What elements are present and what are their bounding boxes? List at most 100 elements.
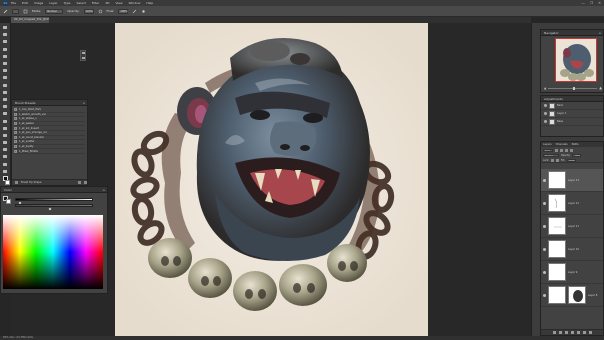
panel-menu-icon[interactable]: ≡ bbox=[82, 100, 85, 106]
menu-layer[interactable]: Layer bbox=[49, 1, 57, 5]
menu-file[interactable]: File bbox=[11, 1, 16, 5]
zoom-out-icon[interactable]: ▲ bbox=[544, 86, 546, 90]
airbrush-icon[interactable] bbox=[132, 9, 137, 14]
hand-tool-icon[interactable] bbox=[2, 154, 8, 159]
tab-layers[interactable]: Layers bbox=[543, 142, 552, 147]
panel-menu-icon[interactable]: ≡ bbox=[598, 30, 601, 36]
delete-layer-icon[interactable] bbox=[588, 331, 592, 334]
lasso-tool-icon[interactable] bbox=[2, 39, 8, 44]
visibility-eye-icon[interactable] bbox=[543, 224, 546, 228]
delete-preset-icon[interactable] bbox=[84, 181, 87, 184]
layer-row[interactable]: Layer 11 bbox=[541, 215, 603, 238]
background-color-swatch[interactable] bbox=[4, 179, 10, 185]
layer-style-icon[interactable] bbox=[558, 331, 562, 334]
more-tools-icon[interactable] bbox=[2, 169, 8, 174]
blend-mode-select[interactable]: Normal bbox=[543, 154, 559, 157]
visibility-eye-icon[interactable] bbox=[544, 104, 547, 107]
visibility-eye-icon[interactable] bbox=[543, 201, 546, 205]
new-group-icon[interactable] bbox=[576, 331, 580, 334]
crop-tool-icon[interactable] bbox=[2, 54, 8, 59]
blur-tool-icon[interactable] bbox=[2, 111, 8, 116]
filter-type-icon[interactable] bbox=[565, 149, 568, 152]
tab-paths[interactable]: Paths bbox=[572, 142, 579, 147]
menu-window[interactable]: Window bbox=[129, 1, 141, 5]
new-layer-icon[interactable] bbox=[582, 331, 586, 334]
layers-footer bbox=[541, 329, 603, 335]
link-layers-icon[interactable] bbox=[552, 331, 556, 334]
dodge-tool-icon[interactable] bbox=[2, 118, 8, 123]
path-select-tool-icon[interactable] bbox=[2, 140, 8, 145]
adjustment-row[interactable]: Layer 1 bbox=[541, 110, 603, 118]
saturation-slider-thumb[interactable] bbox=[48, 207, 52, 211]
adjustment-layer-icon[interactable] bbox=[570, 331, 574, 334]
layer-row[interactable]: Layer 12 bbox=[541, 192, 603, 215]
eraser-tool-icon[interactable] bbox=[2, 97, 8, 102]
navigator-preview[interactable] bbox=[555, 38, 597, 82]
layer-opacity-field[interactable]: 100% bbox=[572, 154, 582, 157]
menu-type[interactable]: Type bbox=[64, 1, 71, 5]
move-tool-icon[interactable] bbox=[2, 25, 8, 30]
lock-pixels-icon[interactable] bbox=[551, 159, 555, 162]
floating-panel-toggle-icon[interactable] bbox=[80, 50, 86, 61]
color-spectrum-picker[interactable] bbox=[3, 215, 103, 289]
layer-row[interactable]: Layer 10 bbox=[541, 238, 603, 261]
layer-row[interactable]: Layer 9 bbox=[541, 261, 603, 284]
brush-tool-icon[interactable] bbox=[3, 9, 8, 14]
visibility-eye-icon[interactable] bbox=[543, 293, 546, 297]
new-preset-icon[interactable] bbox=[78, 181, 81, 184]
zoom-slider[interactable] bbox=[548, 86, 598, 90]
menu-3d[interactable]: 3D bbox=[105, 1, 109, 5]
visibility-eye-icon[interactable] bbox=[543, 178, 546, 182]
pressure-size-icon[interactable] bbox=[141, 9, 146, 14]
brush-tip-checkbox[interactable] bbox=[15, 181, 18, 184]
eyedropper-tool-icon[interactable] bbox=[2, 61, 8, 66]
menu-help[interactable]: Help bbox=[146, 1, 153, 5]
visibility-eye-icon[interactable] bbox=[543, 247, 546, 251]
layer-row[interactable]: Layer 13 bbox=[541, 169, 603, 192]
saturation-slider[interactable] bbox=[15, 204, 93, 207]
marquee-tool-icon[interactable] bbox=[2, 32, 8, 37]
zoom-in-icon[interactable]: ▲ bbox=[599, 86, 602, 90]
menu-edit[interactable]: Edit bbox=[22, 1, 28, 5]
quick-select-tool-icon[interactable] bbox=[2, 47, 8, 52]
document-canvas[interactable] bbox=[115, 23, 428, 336]
adjustment-row[interactable]: Base bbox=[541, 118, 603, 126]
zoom-tool-icon[interactable] bbox=[2, 162, 8, 167]
filter-adjust-icon[interactable] bbox=[560, 149, 563, 152]
adjustment-row[interactable]: Back bbox=[541, 102, 603, 110]
gradient-tool-icon[interactable] bbox=[2, 104, 8, 109]
panel-menu-icon[interactable]: ≡ bbox=[102, 187, 105, 193]
mode-select[interactable]: Normal bbox=[45, 8, 64, 14]
layer-fill-field[interactable]: 100% bbox=[566, 159, 576, 162]
pen-tool-icon[interactable] bbox=[2, 126, 8, 131]
filter-shape-icon[interactable] bbox=[570, 149, 573, 152]
brush-panel-toggle-icon[interactable] bbox=[23, 9, 28, 14]
filter-pixel-icon[interactable] bbox=[555, 149, 558, 152]
history-brush-tool-icon[interactable] bbox=[2, 90, 8, 95]
menu-filter[interactable]: Filter bbox=[92, 1, 99, 5]
healing-brush-tool-icon[interactable] bbox=[2, 68, 8, 73]
menu-view[interactable]: View bbox=[115, 1, 122, 5]
shape-tool-icon[interactable] bbox=[2, 147, 8, 152]
layer-filter-kind[interactable]: Kind bbox=[543, 149, 553, 152]
zoom-slider-thumb[interactable] bbox=[572, 86, 575, 90]
clone-stamp-tool-icon[interactable] bbox=[2, 83, 8, 88]
menu-select[interactable]: Select bbox=[77, 1, 86, 5]
type-tool-icon[interactable] bbox=[2, 133, 8, 138]
visibility-eye-icon[interactable] bbox=[544, 120, 547, 123]
opacity-field[interactable]: 100% bbox=[83, 8, 94, 14]
background-color-chip[interactable] bbox=[6, 199, 11, 204]
visibility-eye-icon[interactable] bbox=[544, 112, 547, 115]
tab-channels[interactable]: Channels bbox=[556, 142, 568, 147]
brush-preset-picker[interactable] bbox=[12, 8, 19, 14]
visibility-eye-icon[interactable] bbox=[543, 270, 546, 274]
brightness-slider[interactable] bbox=[15, 198, 93, 201]
add-mask-icon[interactable] bbox=[564, 331, 568, 334]
brush-preset-item[interactable]: ✓ 1_Mixer_Bristle bbox=[14, 149, 85, 154]
menu-image[interactable]: Image bbox=[34, 1, 43, 5]
layer-row[interactable]: Layer 8 bbox=[541, 284, 603, 307]
pressure-opacity-icon[interactable] bbox=[98, 9, 103, 14]
flow-field[interactable]: 100% bbox=[118, 8, 129, 14]
brush-tool-icon[interactable] bbox=[2, 75, 8, 80]
lock-position-icon[interactable] bbox=[556, 159, 560, 162]
